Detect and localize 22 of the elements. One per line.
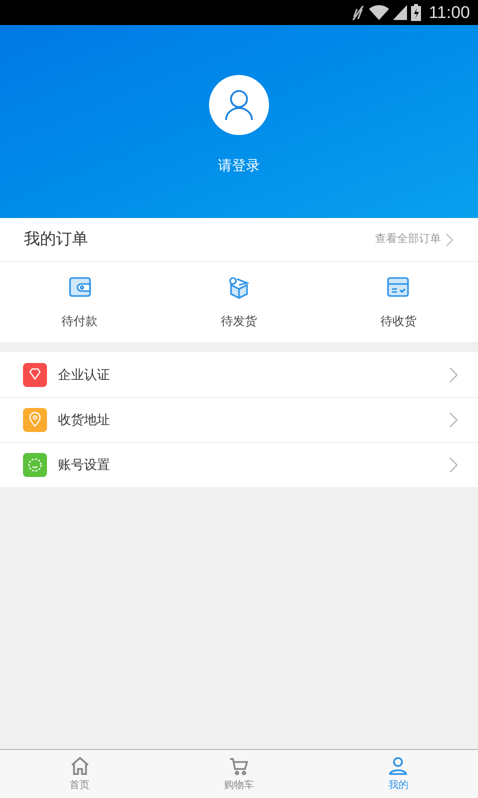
tray-icon	[385, 274, 412, 300]
menu-item[interactable]: 账号设置	[0, 442, 478, 487]
user-icon	[388, 756, 408, 776]
mute-icon	[350, 4, 365, 20]
menu-item[interactable]: 企业认证	[0, 352, 478, 397]
user-icon	[222, 88, 256, 122]
home-icon	[70, 756, 90, 776]
section-title: 我的订单	[24, 230, 88, 250]
order-status-button[interactable]: 待发货	[159, 262, 319, 342]
wallet-icon	[66, 274, 93, 300]
order-status-button[interactable]: 待收货	[318, 262, 478, 342]
signal-icon	[392, 5, 407, 20]
chevron-right-icon	[449, 412, 458, 428]
menu-item[interactable]: 收货地址	[0, 397, 478, 442]
cart-icon	[228, 756, 249, 776]
clock-time: 11:00	[428, 2, 470, 24]
order-status-button[interactable]: 待付款	[0, 262, 160, 342]
wifi-icon	[368, 5, 389, 20]
chevron-right-icon	[449, 457, 458, 473]
battery-icon	[410, 4, 421, 21]
chevron-right-icon	[449, 366, 458, 382]
chevron-right-icon	[445, 232, 454, 246]
